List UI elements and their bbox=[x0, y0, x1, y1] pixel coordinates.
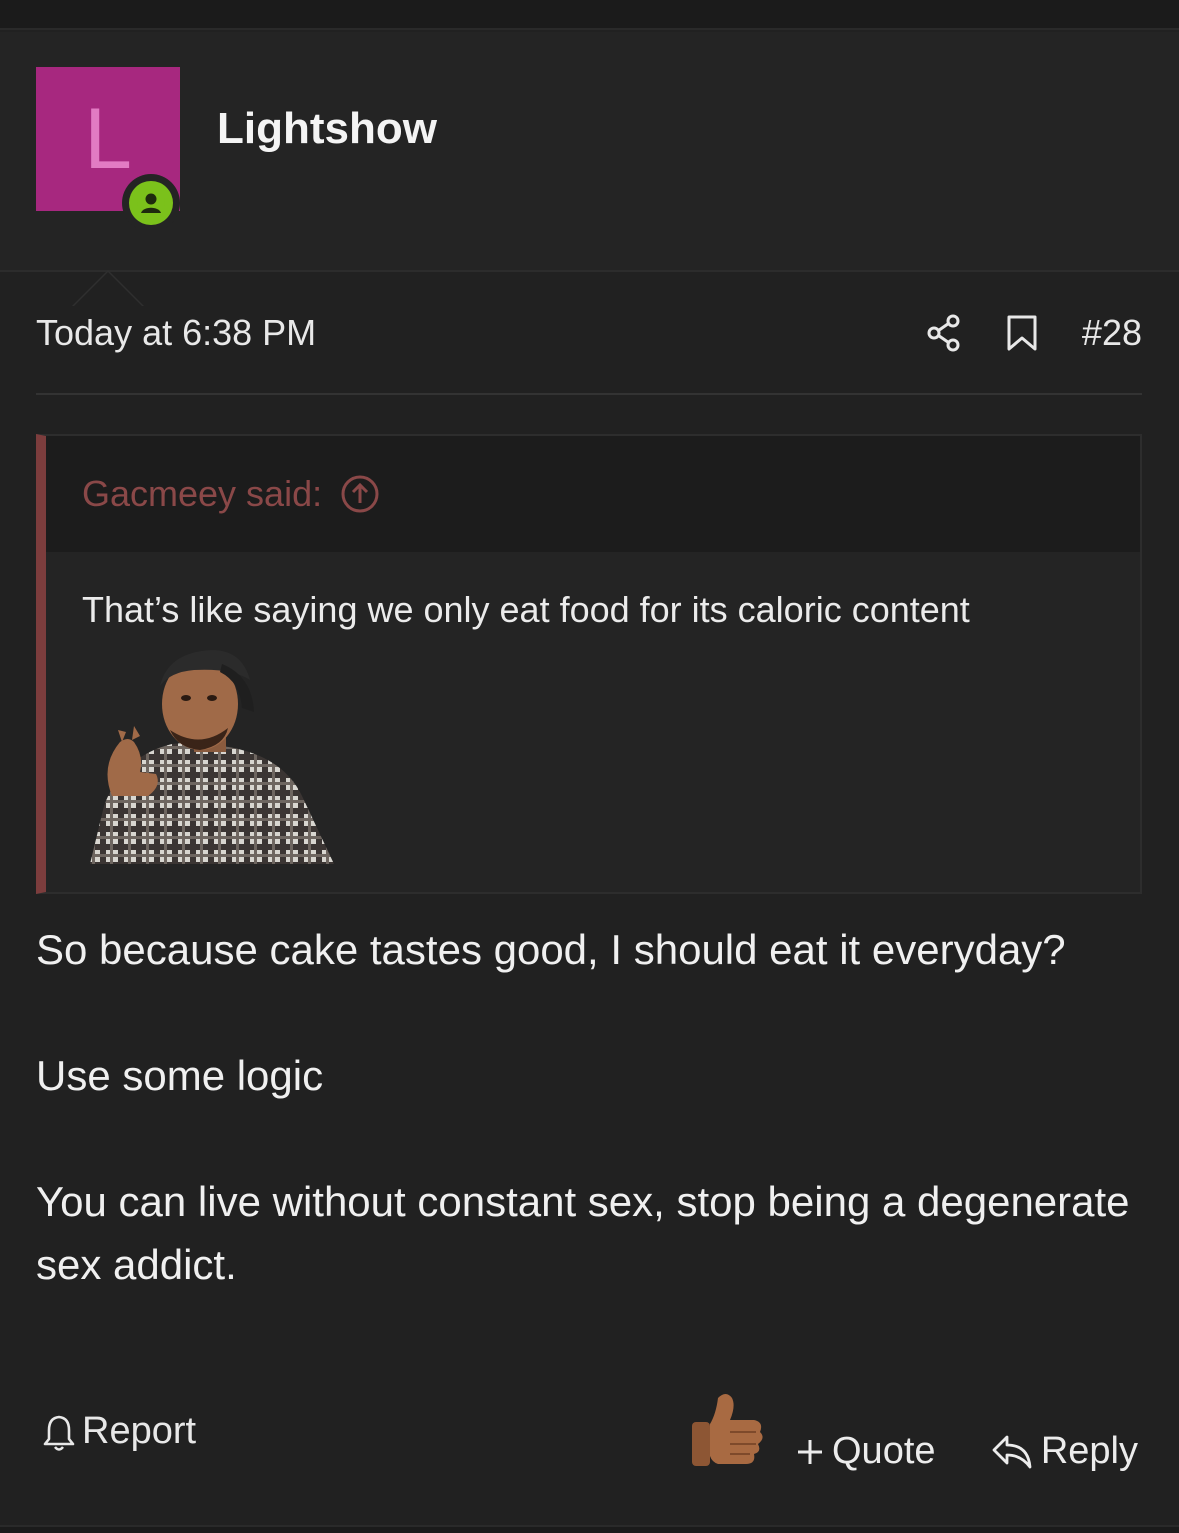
user-icon bbox=[137, 189, 165, 217]
report-label: Report bbox=[82, 1410, 197, 1452]
avatar-letter: L bbox=[84, 91, 132, 187]
quote-author[interactable]: Gacmeey said: bbox=[82, 473, 322, 515]
bottom-divider bbox=[0, 1525, 1179, 1533]
divider bbox=[36, 393, 1142, 395]
online-status-badge bbox=[122, 174, 180, 232]
post-number-link[interactable]: #28 bbox=[1082, 312, 1142, 354]
quote-block: Gacmeey said: That’s like saying we only… bbox=[36, 434, 1142, 894]
post-paragraph: Use some logic bbox=[36, 1052, 324, 1099]
bell-icon bbox=[43, 1415, 75, 1451]
post-meta-actions: #28 bbox=[926, 312, 1142, 354]
bookmark-icon[interactable] bbox=[1006, 314, 1038, 352]
username[interactable]: Lightshow bbox=[217, 104, 437, 154]
plus-icon bbox=[798, 1439, 822, 1464]
reply-arrow-icon bbox=[992, 1435, 1032, 1468]
reply-button[interactable]: Reply bbox=[991, 1430, 1138, 1473]
post-body: So because cake tastes good, I should ea… bbox=[36, 918, 1142, 1296]
quote-label: Quote bbox=[832, 1430, 936, 1472]
post-paragraph: So because cake tastes good, I should ea… bbox=[36, 926, 1066, 973]
quote-header: Gacmeey said: bbox=[46, 436, 1140, 552]
jump-to-quote-icon[interactable] bbox=[340, 474, 380, 514]
post-timestamp[interactable]: Today at 6:38 PM bbox=[36, 312, 316, 354]
share-icon[interactable] bbox=[926, 314, 962, 352]
quote-body: That’s like saying we only eat food for … bbox=[46, 552, 1140, 869]
quote-text: That’s like saying we only eat food for … bbox=[82, 589, 970, 630]
reply-label: Reply bbox=[1040, 1430, 1138, 1472]
post-footer: Report Quote Reply bbox=[36, 1390, 1142, 1510]
report-button[interactable]: Report bbox=[42, 1410, 196, 1453]
thumbs-up-icon[interactable] bbox=[688, 1390, 768, 1470]
top-strip bbox=[0, 0, 1179, 30]
quote-button[interactable]: Quote bbox=[796, 1430, 936, 1473]
post-paragraph: You can live without constant sex, stop … bbox=[36, 1178, 1130, 1288]
post-meta: Today at 6:38 PM #28 bbox=[36, 300, 1142, 366]
post-header: L Lightshow bbox=[0, 32, 1179, 306]
quote-gif-image[interactable] bbox=[82, 646, 334, 864]
